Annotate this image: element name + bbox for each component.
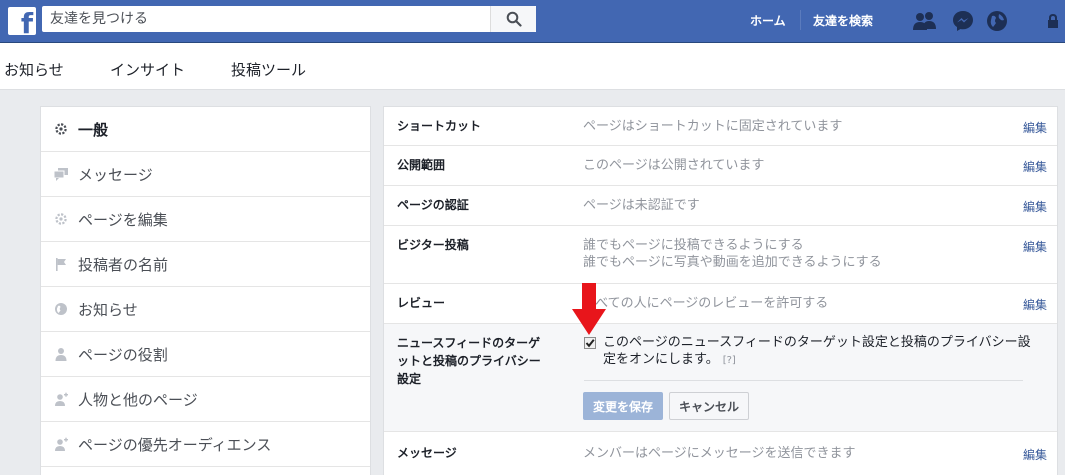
settings-sidebar: 一般 メッセージ ページを編集 投稿者の名前 お知らせ ページの役割 人物と他の… <box>40 106 371 475</box>
page-tab-bar: お知らせ インサイト 投稿ツール <box>0 43 1065 90</box>
sidebar-item-preferred-audience[interactable]: ページの優先オーディエンス <box>41 422 370 467</box>
row-label: ページの認証 <box>397 198 469 212</box>
row-label: メッセージ <box>397 446 457 460</box>
row-value: 誰でもページに写真や動画を追加できるようにする <box>583 255 882 270</box>
person-icon <box>53 346 69 362</box>
search-input[interactable] <box>42 6 487 32</box>
description-text: このページのニュースフィードのターゲット設定と投稿のプライバシー設定をオンにしま… <box>603 335 1031 367</box>
sidebar-item-label: ページの優先オーディエンス <box>78 435 272 454</box>
search-icon <box>506 11 522 27</box>
top-navigation-bar: f ホーム 友達を検索 <box>0 0 1065 43</box>
general-settings-panel: ショートカット ページはショートカットに固定されています 編集 公開範囲 このペ… <box>383 106 1058 475</box>
edit-link[interactable]: 編集 <box>1023 238 1047 255</box>
edit-link[interactable]: 編集 <box>1023 296 1047 313</box>
sidebar-item-general[interactable]: 一般 <box>41 107 370 152</box>
nav-find-friends-link[interactable]: 友達を検索 <box>813 12 873 29</box>
row-label: 設定 <box>397 372 422 386</box>
sidebar-item-label: ページを編集 <box>78 210 168 229</box>
friend-requests-icon[interactable] <box>912 9 938 33</box>
row-value: メンバーはページにメッセージを送信できます <box>583 446 856 461</box>
checkmark-icon <box>585 339 595 348</box>
save-changes-button[interactable]: 変更を保存 <box>583 392 663 420</box>
edit-link[interactable]: 編集 <box>1023 446 1047 463</box>
notifications-globe-icon[interactable] <box>984 9 1010 33</box>
settings-row-shortcut: ショートカット ページはショートカットに固定されています 編集 <box>384 107 1057 146</box>
targeting-description: このページのニュースフィードのターゲット設定と投稿のプライバシー設定をオンにしま… <box>603 334 1033 369</box>
sidebar-item-label: メッセージ <box>78 165 153 184</box>
sidebar-item-label: ページの役割 <box>78 345 168 364</box>
search-button[interactable] <box>490 6 536 32</box>
sidebar-item-label: お知らせ <box>78 300 138 319</box>
person-plus-icon <box>53 436 69 452</box>
edit-link[interactable]: 編集 <box>1023 158 1047 175</box>
sidebar-item-label: 投稿者の名前 <box>78 255 169 274</box>
gear-icon <box>53 121 69 137</box>
row-label: ショートカット <box>397 119 482 133</box>
targeting-checkbox[interactable] <box>584 337 596 349</box>
row-value: このページは公開されています <box>583 158 765 173</box>
tab-insights[interactable]: インサイト <box>110 59 185 80</box>
sidebar-item-messages[interactable]: メッセージ <box>41 152 370 197</box>
row-label: ニュースフィードのターゲ <box>397 336 541 350</box>
row-value: すべての人にページのレビューを許可する <box>583 296 829 311</box>
sidebar-item-page-roles[interactable]: ページの役割 <box>41 332 370 377</box>
settings-row-verification: ページの認証 ページは未認証です 編集 <box>384 186 1057 226</box>
row-value: ページはショートカットに固定されています <box>583 119 843 134</box>
tab-publishing-tools[interactable]: 投稿ツール <box>231 59 306 80</box>
sidebar-item-label: 一般 <box>78 120 109 139</box>
row-label: レビュー <box>397 296 446 310</box>
messenger-icon[interactable] <box>950 9 976 33</box>
tab-notifications[interactable]: お知らせ <box>4 59 64 80</box>
flag-icon <box>53 256 69 272</box>
nav-separator <box>800 10 801 30</box>
sidebar-item-label: 人物と他のページ <box>78 390 198 409</box>
sidebar-item-poster-name[interactable]: 投稿者の名前 <box>41 242 370 287</box>
edit-link[interactable]: 編集 <box>1023 198 1047 215</box>
gear-icon <box>53 211 69 227</box>
edit-link[interactable]: 編集 <box>1023 119 1047 136</box>
sidebar-item-edit-page[interactable]: ページを編集 <box>41 197 370 242</box>
help-link[interactable]: [?] <box>723 355 736 366</box>
nav-home-link[interactable]: ホーム <box>750 12 786 29</box>
row-value: ページは未認証です <box>583 198 700 213</box>
divider <box>584 380 1023 381</box>
settings-row-visibility: 公開範囲 このページは公開されています 編集 <box>384 146 1057 186</box>
cancel-button[interactable]: キャンセル <box>669 392 749 420</box>
privacy-lock-icon[interactable] <box>1042 9 1064 33</box>
globe-icon <box>53 301 69 317</box>
settings-row-messages: メッセージ メンバーはページにメッセージを送信できます 編集 <box>384 432 1057 475</box>
settings-row-visitor-posts: ビジター投稿 誰でもページに投稿できるようにする 誰でもページに写真や動画を追加… <box>384 226 1057 284</box>
sidebar-item-people-and-pages[interactable]: 人物と他のページ <box>41 377 370 422</box>
chat-bubbles-icon <box>53 166 69 182</box>
sidebar-item-notifications[interactable]: お知らせ <box>41 287 370 332</box>
row-label: ットと投稿のプライバシー <box>397 354 541 368</box>
row-label: 公開範囲 <box>397 158 446 172</box>
facebook-logo[interactable]: f <box>8 7 36 35</box>
search-box <box>42 6 536 32</box>
person-plus-icon <box>53 391 69 407</box>
row-label: ビジター投稿 <box>397 238 469 252</box>
settings-row-reviews: レビュー すべての人にページのレビューを許可する 編集 <box>384 284 1057 324</box>
red-arrow-annotation <box>572 283 606 335</box>
row-value: 誰でもページに投稿できるようにする <box>583 238 804 253</box>
